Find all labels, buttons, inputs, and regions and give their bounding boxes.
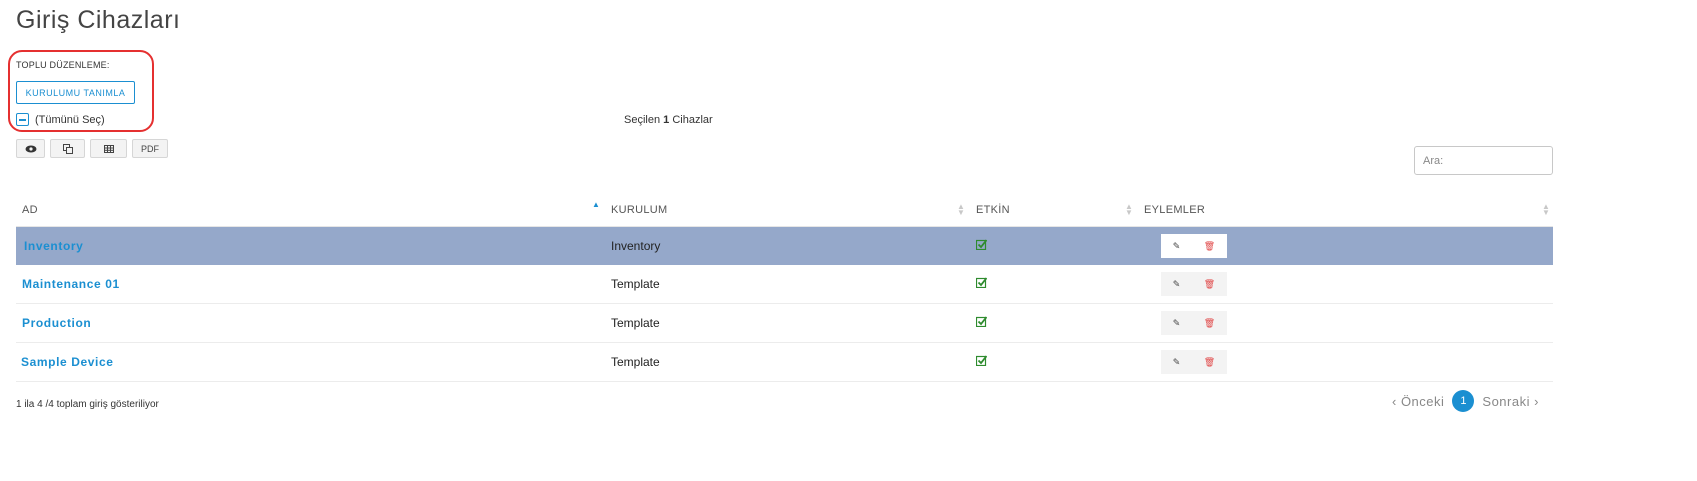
- row-actions: ✎ 🗑: [1161, 234, 1227, 258]
- column-header-actions: EYLEMLER: [1144, 204, 1206, 216]
- search-input[interactable]: [1414, 146, 1553, 175]
- copy-icon: [62, 143, 73, 154]
- devices-table: AD ▲ KURULUM ▲ ▼ ETKİN ▲ ▼ EYLEMLER ▲ ▼ Inv…: [16, 196, 1553, 382]
- edit-icon[interactable]: ✎: [1173, 279, 1181, 290]
- select-all[interactable]: (Tümünü Seç): [16, 112, 105, 127]
- trash-icon[interactable]: 🗑: [1204, 357, 1215, 368]
- page-title: Giriş Cihazları: [16, 6, 181, 34]
- pdf-button[interactable]: PDF: [132, 139, 168, 158]
- current-page-button[interactable]: 1: [1452, 390, 1475, 412]
- table-row[interactable]: Inventory Inventory ✎ 🗑: [16, 227, 1553, 265]
- export-toolbar: PDF: [16, 139, 168, 158]
- define-setup-button[interactable]: KURULUMU TANIMLA: [16, 81, 135, 104]
- setup-cell: Template: [611, 316, 660, 330]
- edit-icon[interactable]: ✎: [1173, 318, 1181, 329]
- column-header-setup[interactable]: KURULUM: [611, 204, 668, 216]
- selection-count: 1: [663, 114, 670, 126]
- check-square-icon: [976, 355, 987, 366]
- eye-icon: [25, 145, 36, 152]
- next-page-link[interactable]: Sonraki ›: [1482, 394, 1539, 409]
- check-square-icon: [976, 277, 987, 288]
- sort-icon[interactable]: ▲ ▼: [1542, 203, 1550, 217]
- column-header-enabled[interactable]: ETKİN: [976, 204, 1010, 216]
- selection-prefix: Seçilen: [624, 114, 661, 126]
- device-name-link[interactable]: Maintenance 01: [22, 277, 120, 291]
- bulk-edit-label: TOPLU DÜZENLEME:: [16, 60, 110, 70]
- edit-icon[interactable]: ✎: [1173, 241, 1181, 252]
- device-name-link[interactable]: Sample Device: [21, 355, 114, 369]
- device-name-link[interactable]: Production: [22, 316, 91, 330]
- sort-icon[interactable]: ▲ ▼: [1125, 203, 1133, 217]
- trash-icon[interactable]: 🗑: [1204, 318, 1215, 329]
- table-icon: [103, 144, 114, 153]
- select-all-checkbox[interactable]: [16, 113, 29, 126]
- selection-suffix: Cihazlar: [672, 114, 713, 126]
- table-info: 1 ila 4 /4 toplam giriş gösteriliyor: [16, 399, 159, 410]
- sort-asc-icon[interactable]: ▲: [592, 201, 600, 209]
- row-actions: ✎ 🗑: [1161, 272, 1227, 296]
- column-header-name[interactable]: AD: [22, 204, 38, 216]
- trash-icon[interactable]: 🗑: [1204, 241, 1215, 252]
- setup-cell: Template: [611, 277, 660, 291]
- setup-cell: Template: [611, 355, 660, 369]
- prev-page-link[interactable]: ‹ Önceki: [1392, 394, 1444, 409]
- device-name-link[interactable]: Inventory: [24, 239, 83, 253]
- pagination: ‹ Önceki 1 Sonraki ›: [1392, 390, 1539, 412]
- view-button[interactable]: [16, 139, 45, 158]
- selection-info: Seçilen 1 Cihazlar: [624, 114, 713, 126]
- table-header: AD ▲ KURULUM ▲ ▼ ETKİN ▲ ▼ EYLEMLER ▲ ▼: [16, 196, 1553, 227]
- row-actions: ✎ 🗑: [1161, 311, 1227, 335]
- trash-icon[interactable]: 🗑: [1204, 279, 1215, 290]
- table-row[interactable]: Production Template ✎ 🗑: [16, 304, 1553, 343]
- table-row[interactable]: Sample Device Template ✎ 🗑: [16, 343, 1553, 382]
- check-square-icon: [976, 239, 987, 250]
- excel-button[interactable]: [90, 139, 127, 158]
- row-actions: ✎ 🗑: [1161, 350, 1227, 374]
- check-square-icon: [976, 316, 987, 327]
- sort-icon[interactable]: ▲ ▼: [957, 203, 965, 217]
- copy-button[interactable]: [50, 139, 85, 158]
- select-all-label: (Tümünü Seç): [35, 113, 105, 126]
- edit-icon[interactable]: ✎: [1173, 357, 1181, 368]
- table-row[interactable]: Maintenance 01 Template ✎ 🗑: [16, 265, 1553, 304]
- setup-cell: Inventory: [611, 239, 661, 253]
